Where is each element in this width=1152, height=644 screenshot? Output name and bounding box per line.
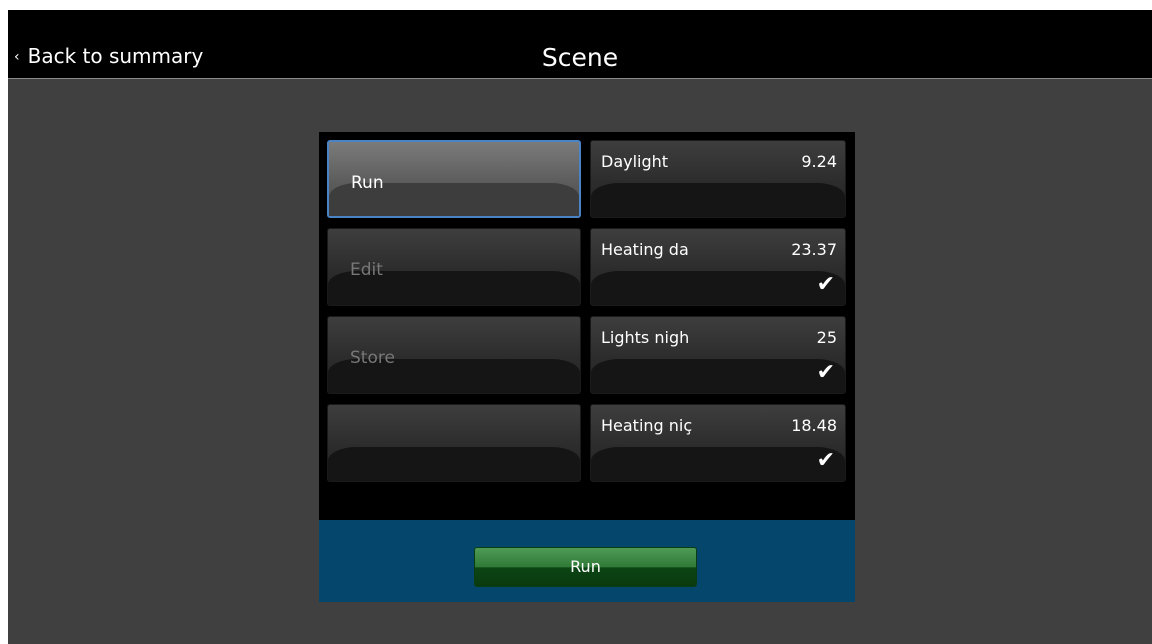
checkmark-icon: ✔ bbox=[816, 448, 835, 473]
store-action-button[interactable]: Store bbox=[327, 316, 581, 394]
run-action-label: Run bbox=[351, 173, 384, 193]
page-title: Scene bbox=[541, 43, 619, 72]
scene-name: Daylight bbox=[601, 152, 669, 171]
checkmark-icon: ✔ bbox=[816, 272, 835, 297]
footer-bar: Run bbox=[319, 520, 855, 602]
scene-name: Lights nigh bbox=[601, 328, 690, 347]
store-action-label: Store bbox=[350, 348, 395, 368]
scene-value: 9.24 bbox=[801, 152, 837, 171]
scene-panel: Run Edit Store Daylight 9.24 Heating da … bbox=[319, 132, 855, 602]
edit-action-label: Edit bbox=[350, 260, 383, 280]
run-action-button[interactable]: Run bbox=[327, 140, 581, 218]
scene-screen: ‹ Back to summary Scene Run Edit Store Da… bbox=[8, 10, 1152, 644]
edit-action-button[interactable]: Edit bbox=[327, 228, 581, 306]
scene-value: 18.48 bbox=[791, 416, 837, 435]
scene-value: 25 bbox=[816, 328, 837, 347]
empty-action-button[interactable] bbox=[327, 404, 581, 482]
scene-value: 23.37 bbox=[791, 240, 837, 259]
scene-item-heating-day[interactable]: Heating da 23.37 ✔ bbox=[590, 228, 846, 306]
scene-item-lights-night[interactable]: Lights nigh 25 ✔ bbox=[590, 316, 846, 394]
header-bar: ‹ Back to summary Scene bbox=[8, 10, 1152, 79]
scene-name: Heating da bbox=[601, 240, 689, 259]
scene-item-heating-night[interactable]: Heating niç 18.48 ✔ bbox=[590, 404, 846, 482]
scene-item-daylight[interactable]: Daylight 9.24 bbox=[590, 140, 846, 218]
scene-name: Heating niç bbox=[601, 416, 693, 435]
checkmark-icon: ✔ bbox=[816, 360, 835, 385]
run-button[interactable]: Run bbox=[474, 547, 697, 587]
